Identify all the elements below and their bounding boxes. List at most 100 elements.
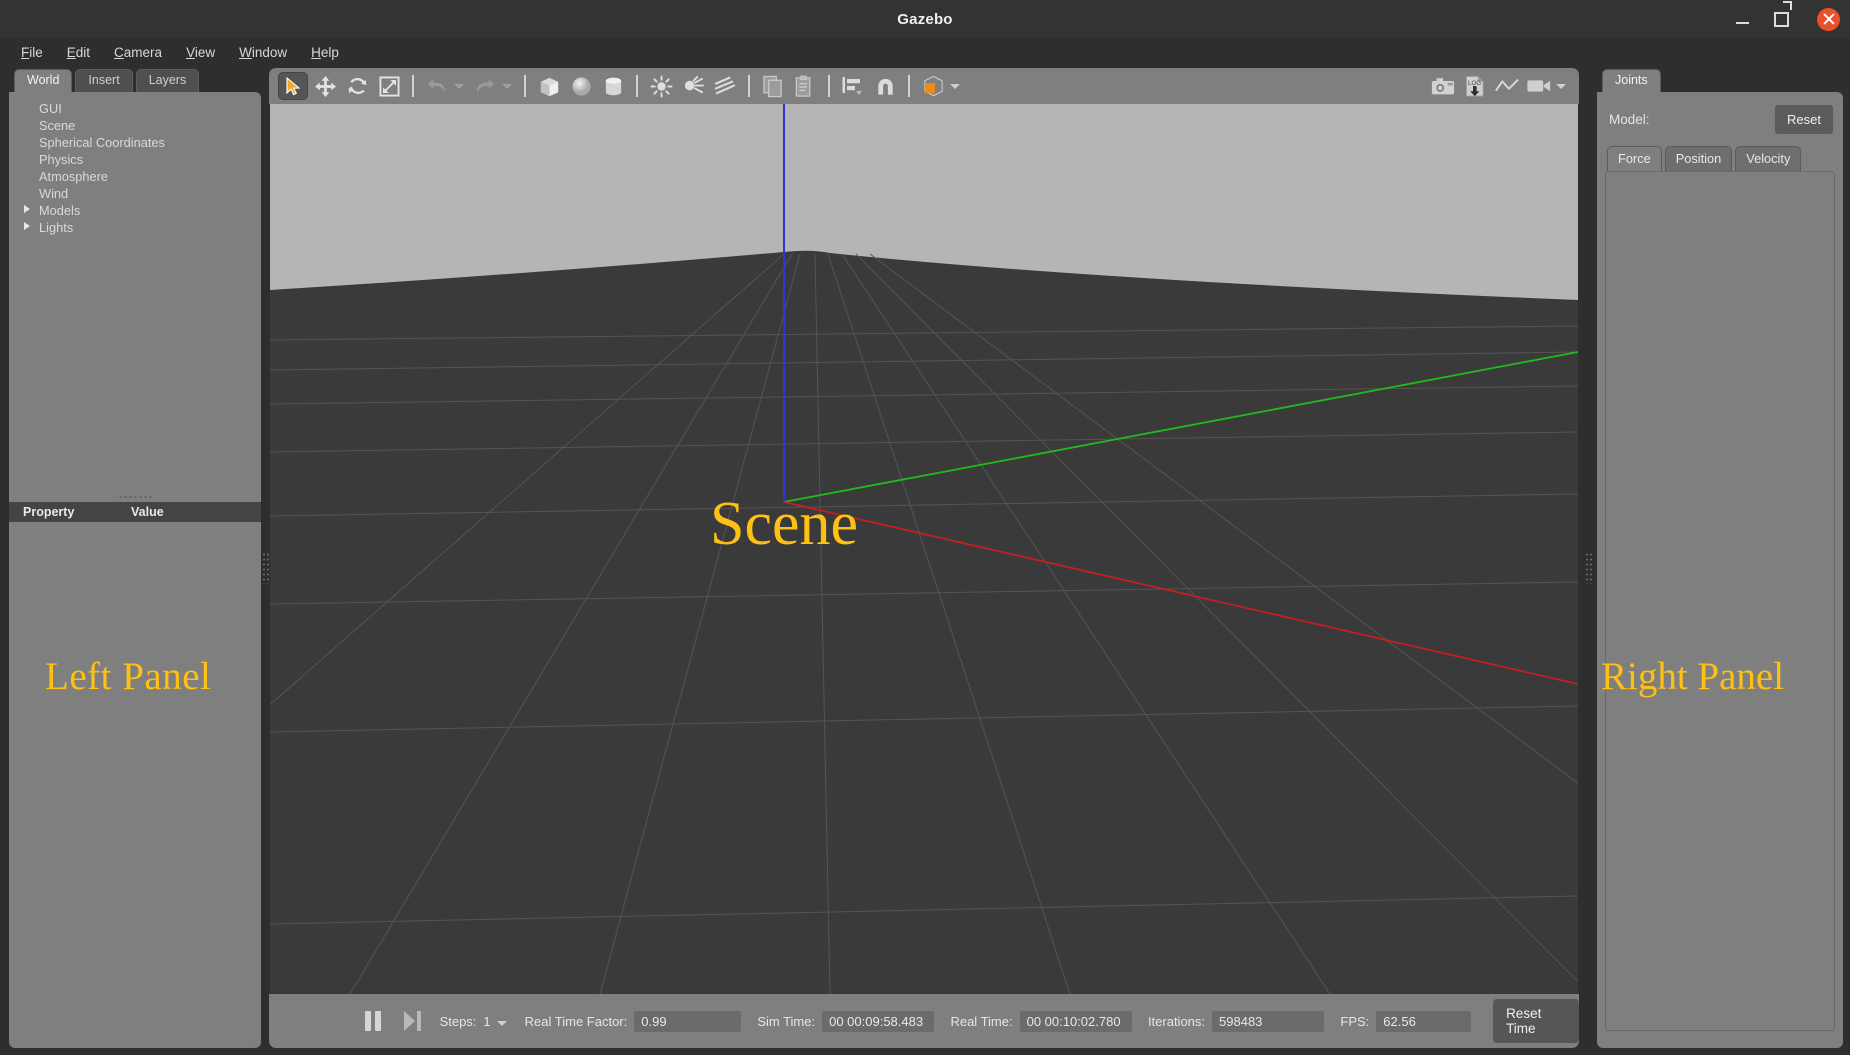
right-panel-annotation: Right Panel: [1601, 655, 1785, 698]
directional-light-icon: [714, 76, 735, 94]
video-record-chevron-down-icon[interactable]: [1556, 83, 1566, 89]
scene-render: Scene: [270, 104, 1578, 994]
left-panel-tabs: World Insert Layers: [9, 68, 261, 92]
redo-history-chevron-down-icon[interactable]: [502, 83, 512, 89]
menu-file[interactable]: File: [9, 42, 55, 63]
splitter-grip-icon: [118, 494, 152, 498]
reset-joints-button[interactable]: Reset: [1775, 105, 1833, 134]
camera-icon: [1431, 77, 1455, 94]
tab-force[interactable]: Force: [1607, 146, 1662, 171]
tree-item-scene[interactable]: Scene: [39, 117, 261, 134]
menu-edit[interactable]: Edit: [55, 42, 102, 63]
window-title: Gazebo: [897, 10, 953, 28]
tree-item-physics[interactable]: Physics: [39, 151, 261, 168]
align-button[interactable]: [838, 72, 868, 100]
toolbar-separator: [524, 75, 526, 97]
toolbar-separator: [636, 75, 638, 97]
scene-toolbar: LOG: [269, 68, 1579, 104]
insert-box-button[interactable]: [534, 72, 564, 100]
tab-insert[interactable]: Insert: [75, 69, 133, 92]
tab-layers[interactable]: Layers: [135, 69, 200, 92]
menu-window[interactable]: Window: [227, 42, 299, 63]
tab-joints[interactable]: Joints: [1602, 69, 1661, 92]
undo-arrow-icon: [427, 79, 445, 93]
insert-spot-light-button[interactable]: [678, 72, 708, 100]
tab-position[interactable]: Position: [1664, 146, 1733, 171]
log-record-button[interactable]: LOG: [1460, 72, 1490, 100]
menu-help-mnemonic: H: [311, 44, 321, 60]
3d-viewport[interactable]: Scene: [270, 104, 1578, 994]
tree-item-models[interactable]: Models: [24, 202, 261, 219]
steps-chevron-down-icon[interactable]: [496, 1020, 507, 1026]
real-time-value: 00 00:10:02.780: [1019, 1010, 1132, 1032]
snap-button[interactable]: [870, 72, 900, 100]
select-mode-button[interactable]: [278, 72, 308, 100]
pause-button[interactable]: [365, 1011, 382, 1031]
menu-view-mnemonic: V: [186, 44, 195, 60]
left-panel-horizontal-splitter[interactable]: [9, 492, 261, 500]
close-icon[interactable]: [1817, 7, 1840, 31]
tree-item-label: Lights: [39, 220, 74, 235]
right-vertical-splitter[interactable]: [1585, 552, 1593, 584]
steps-value[interactable]: 1: [483, 1014, 490, 1029]
model-label: Model:: [1609, 112, 1650, 127]
real-time-factor-value: 0.99: [634, 1010, 742, 1032]
undo-history-chevron-down-icon[interactable]: [454, 83, 464, 89]
reset-time-button[interactable]: Reset Time: [1493, 999, 1580, 1043]
menu-file-rest: ile: [29, 44, 43, 60]
joints-panel: Model: Reset Force Position Velocity Rig…: [1597, 92, 1843, 1048]
tree-item-label: GUI: [39, 101, 62, 116]
toolbar-separator: [412, 75, 414, 97]
menu-camera-rest: amera: [123, 44, 163, 60]
menu-edit-mnemonic: E: [66, 44, 76, 60]
view-angle-button[interactable]: [918, 72, 948, 100]
ground-plane: [270, 250, 1578, 994]
left-panel: World Insert Layers GUI Scene Spherical …: [9, 68, 261, 1048]
insert-point-light-button[interactable]: [646, 72, 676, 100]
cursor-arrow-icon: [285, 76, 300, 95]
scale-mode-button[interactable]: [374, 72, 404, 100]
menu-file-mnemonic: F: [21, 44, 30, 60]
expand-triangle-icon[interactable]: [24, 205, 30, 213]
tree-item-label: Spherical Coordinates: [39, 135, 165, 150]
menu-view[interactable]: View: [174, 42, 227, 63]
menu-help-rest: elp: [320, 44, 339, 60]
left-panel-annotation: Left Panel: [45, 655, 212, 698]
tab-velocity[interactable]: Velocity: [1735, 146, 1802, 171]
minimize-icon[interactable]: [1729, 6, 1755, 32]
tree-item-spherical-coordinates[interactable]: Spherical Coordinates: [39, 134, 261, 151]
undo-button[interactable]: [422, 72, 452, 100]
tree-item-label: Atmosphere: [39, 169, 108, 184]
maximize-icon[interactable]: [1773, 6, 1799, 32]
tree-item-label: Wind: [39, 186, 69, 201]
video-record-button[interactable]: [1524, 72, 1554, 100]
tree-item-lights[interactable]: Lights: [24, 219, 261, 236]
expand-triangle-icon[interactable]: [24, 222, 30, 230]
paste-button[interactable]: [790, 72, 820, 100]
step-button[interactable]: [404, 1011, 422, 1031]
copy-button[interactable]: [758, 72, 788, 100]
fps-label: FPS:: [1340, 1013, 1370, 1029]
rotate-mode-button[interactable]: [342, 72, 372, 100]
point-light-icon: [649, 74, 673, 98]
menu-window-mnemonic: W: [239, 44, 252, 60]
menu-window-rest: indow: [251, 44, 288, 60]
title-bar: Gazebo: [0, 0, 1850, 38]
tab-world[interactable]: World: [14, 69, 73, 92]
tree-item-wind[interactable]: Wind: [39, 185, 261, 202]
force-tab-content: [1605, 171, 1835, 1031]
world-tree-panel: GUI Scene Spherical Coordinates Physics …: [9, 92, 261, 1048]
menu-help[interactable]: Help: [299, 42, 351, 63]
insert-cylinder-button[interactable]: [598, 72, 628, 100]
tree-item-atmosphere[interactable]: Atmosphere: [39, 168, 261, 185]
redo-button[interactable]: [470, 72, 500, 100]
screenshot-button[interactable]: [1428, 72, 1458, 100]
insert-sphere-button[interactable]: [566, 72, 596, 100]
translate-mode-button[interactable]: [310, 72, 340, 100]
menu-camera[interactable]: Camera: [102, 42, 174, 63]
plot-button[interactable]: [1492, 72, 1522, 100]
insert-directional-light-button[interactable]: [710, 72, 740, 100]
toolbar-right-group: LOG: [1427, 72, 1571, 100]
view-angle-chevron-down-icon[interactable]: [950, 83, 960, 89]
tree-item-gui[interactable]: GUI: [39, 100, 261, 117]
